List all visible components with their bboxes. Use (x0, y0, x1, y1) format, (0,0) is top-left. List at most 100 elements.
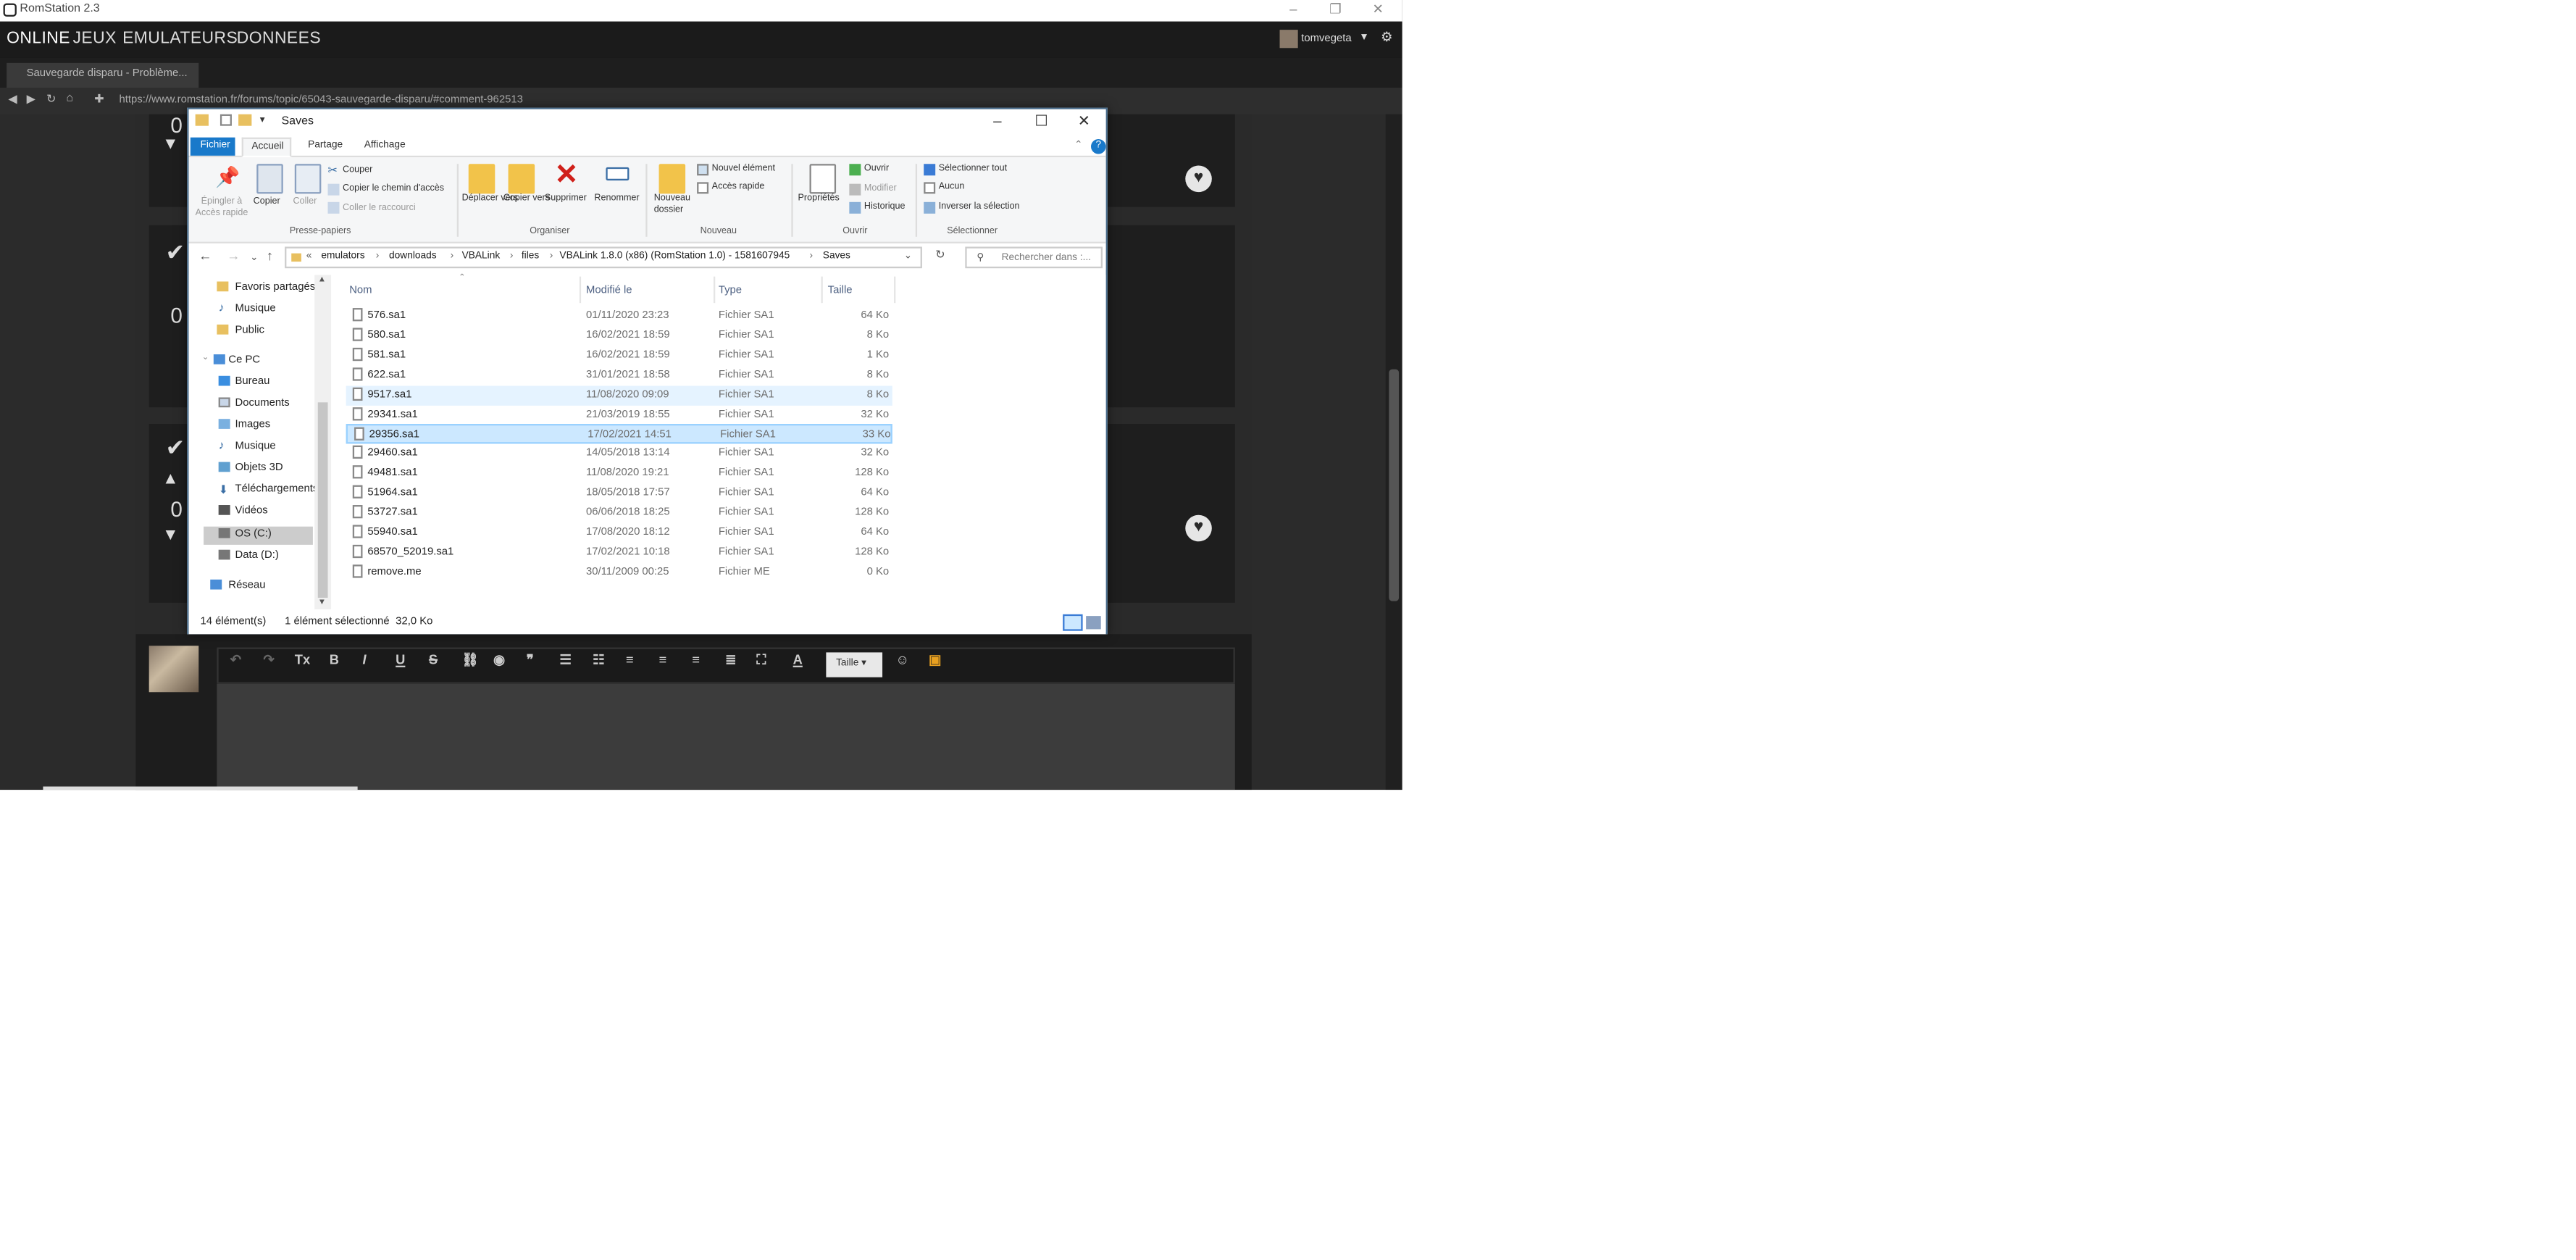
column-divider[interactable] (579, 276, 582, 304)
nav-item[interactable]: Vidéos (235, 505, 268, 517)
open-icon[interactable] (849, 164, 861, 176)
nav-item[interactable]: Musique (235, 303, 276, 314)
column-header-size[interactable]: Taille (828, 285, 853, 296)
large-icons-view-icon[interactable] (1086, 616, 1101, 630)
nav-item[interactable]: OS (C:) (235, 528, 272, 540)
editor-textarea[interactable] (217, 683, 1235, 790)
copy-button[interactable]: Copier (254, 197, 280, 207)
details-view-icon[interactable] (1063, 614, 1083, 631)
column-divider[interactable] (713, 276, 716, 304)
breadcrumb-item[interactable]: emulators (321, 251, 364, 262)
column-header-type[interactable]: Type (719, 285, 742, 296)
forward-icon[interactable]: ▶ (27, 93, 35, 106)
address-box[interactable]: « emulators › downloads › VBALink › file… (285, 246, 922, 269)
open-button[interactable]: Ouvrir (864, 164, 889, 174)
breadcrumb-item[interactable]: VBALink 1.8.0 (x86) (RomStation 1.0) - 1… (559, 251, 790, 262)
help-icon[interactable]: ? (1091, 138, 1106, 154)
breadcrumb-overflow[interactable]: « (306, 251, 312, 262)
new-item-button[interactable]: Nouvel élément (712, 164, 775, 174)
minimize-icon[interactable]: – (1289, 1, 1297, 17)
strikethrough-icon[interactable]: S (429, 652, 438, 667)
gear-icon[interactable]: ⚙ (1381, 30, 1392, 45)
select-all-icon[interactable] (924, 164, 936, 176)
file-row[interactable]: 581.sa1 16/02/2021 18:59 Fichier SA1 1 Ko (346, 346, 892, 365)
font-size-dropdown[interactable]: Taille ▾ (826, 652, 883, 677)
easy-access-button[interactable]: Accès rapide (712, 182, 765, 192)
properties-quick-icon[interactable] (219, 114, 232, 126)
edit-icon[interactable] (849, 183, 861, 196)
move-to-icon[interactable] (468, 164, 495, 194)
recent-dropdown-icon[interactable]: ⌄ (250, 251, 258, 264)
nav-donnees[interactable]: DONNEES (237, 30, 321, 48)
chevron-down-icon[interactable]: ⌄ (202, 353, 209, 363)
link-icon[interactable]: ⛓ (462, 652, 479, 667)
align-left-icon[interactable]: ≡ (626, 652, 634, 667)
justify-icon[interactable]: ≣ (725, 652, 736, 667)
breadcrumb-item[interactable]: downloads (389, 251, 437, 262)
nav-item[interactable]: Bureau (235, 376, 270, 388)
tab-affichage[interactable]: Affichage (364, 141, 406, 151)
username[interactable]: tomvegeta (1301, 33, 1351, 45)
history-icon[interactable] (849, 201, 861, 214)
add-icon[interactable]: ✚ (94, 93, 104, 106)
spoiler-eye-icon[interactable]: ◉ (493, 652, 505, 667)
underline-icon[interactable]: U (396, 652, 405, 667)
pin-icon[interactable]: 📌 (215, 166, 240, 189)
paste-shortcut-icon[interactable] (327, 201, 340, 214)
nav-item[interactable]: Favoris partagés (235, 282, 316, 293)
file-row[interactable]: remove.me 30/11/2009 00:25 Fichier ME 0 Ko (346, 562, 892, 582)
quote-icon[interactable]: ❞ (527, 652, 534, 667)
undo-icon[interactable]: ↶ (230, 652, 241, 667)
maximize-icon[interactable]: ❐ (1329, 1, 1341, 17)
properties-icon[interactable] (809, 164, 837, 194)
maximize-icon[interactable]: ☐ (1034, 112, 1047, 130)
url-text[interactable]: https://www.romstation.fr/forums/topic/6… (120, 94, 523, 106)
file-row[interactable]: 53727.sa1 06/06/2018 18:25 Fichier SA1 128 … (346, 504, 892, 523)
column-header-name[interactable]: Nom (349, 285, 372, 296)
file-row[interactable]: 9517.sa1 11/08/2020 09:09 Fichier SA1 8 Ko (346, 385, 892, 405)
page-scrollbar-thumb[interactable] (1389, 369, 1400, 601)
redo-icon[interactable]: ↷ (263, 652, 274, 667)
breadcrumb-item[interactable]: files (522, 251, 539, 262)
file-row[interactable]: 51964.sa1 18/05/2018 17:57 Fichier SA1 64 K… (346, 484, 892, 504)
copy-to-button[interactable]: Copier vers (503, 193, 550, 205)
scroll-up-icon[interactable]: ▲ (318, 275, 326, 285)
fullscreen-icon[interactable]: ⛶ (756, 652, 766, 669)
new-item-icon[interactable] (697, 164, 709, 176)
nav-item[interactable]: Téléchargements (235, 483, 319, 495)
nav-item[interactable]: Ce PC (228, 354, 260, 366)
new-folder-icon[interactable] (658, 164, 686, 194)
copy-path-icon[interactable] (327, 183, 340, 196)
file-row[interactable]: 68570_52019.sa1 17/02/2021 10:18 Fichier S… (346, 543, 892, 562)
tab-fichier[interactable]: Fichier (190, 137, 235, 156)
bullet-list-icon[interactable]: ☰ (559, 652, 571, 667)
italic-icon[interactable]: I (362, 652, 366, 667)
paste-button[interactable]: Coller (293, 197, 317, 207)
delete-button[interactable]: Supprimer (545, 193, 587, 204)
user-avatar[interactable] (1279, 30, 1298, 49)
invert-selection-button[interactable]: Inverser la sélection (939, 202, 1020, 212)
nav-item[interactable]: Objets 3D (235, 462, 283, 474)
history-button[interactable]: Historique (864, 202, 906, 212)
invert-selection-icon[interactable] (924, 201, 936, 214)
nav-scrollbar-thumb[interactable] (317, 402, 328, 598)
edit-button[interactable]: Modifier (864, 184, 897, 194)
new-folder-button[interactable]: Nouveau dossier (654, 193, 694, 217)
emoji-icon[interactable]: ☺ (895, 652, 909, 667)
address-dropdown-icon[interactable]: ⌄ (904, 250, 912, 262)
file-row[interactable]: 580.sa1 16/02/2021 18:59 Fichier SA1 8 Ko (346, 326, 892, 346)
back-icon[interactable]: ← (198, 249, 212, 264)
breadcrumb-item[interactable]: Saves (823, 251, 850, 262)
refresh-icon[interactable]: ↻ (935, 249, 945, 262)
nav-item[interactable]: Data (D:) (235, 550, 279, 562)
column-header-date[interactable]: Modifié le (586, 285, 632, 296)
reload-icon[interactable]: ↻ (46, 93, 56, 106)
align-center-icon[interactable]: ≡ (659, 652, 667, 667)
paste-shortcut-button[interactable]: Coller le raccourci (343, 204, 416, 214)
bold-icon[interactable]: B (330, 652, 339, 667)
scissors-icon[interactable]: ✂ (327, 164, 337, 178)
nav-emulateurs[interactable]: EMULATEURS (122, 30, 238, 48)
heart-icon[interactable]: ♥ (1185, 165, 1212, 193)
easy-access-icon[interactable] (697, 182, 709, 194)
user-menu-chevron-icon[interactable]: ▼ (1359, 33, 1369, 43)
